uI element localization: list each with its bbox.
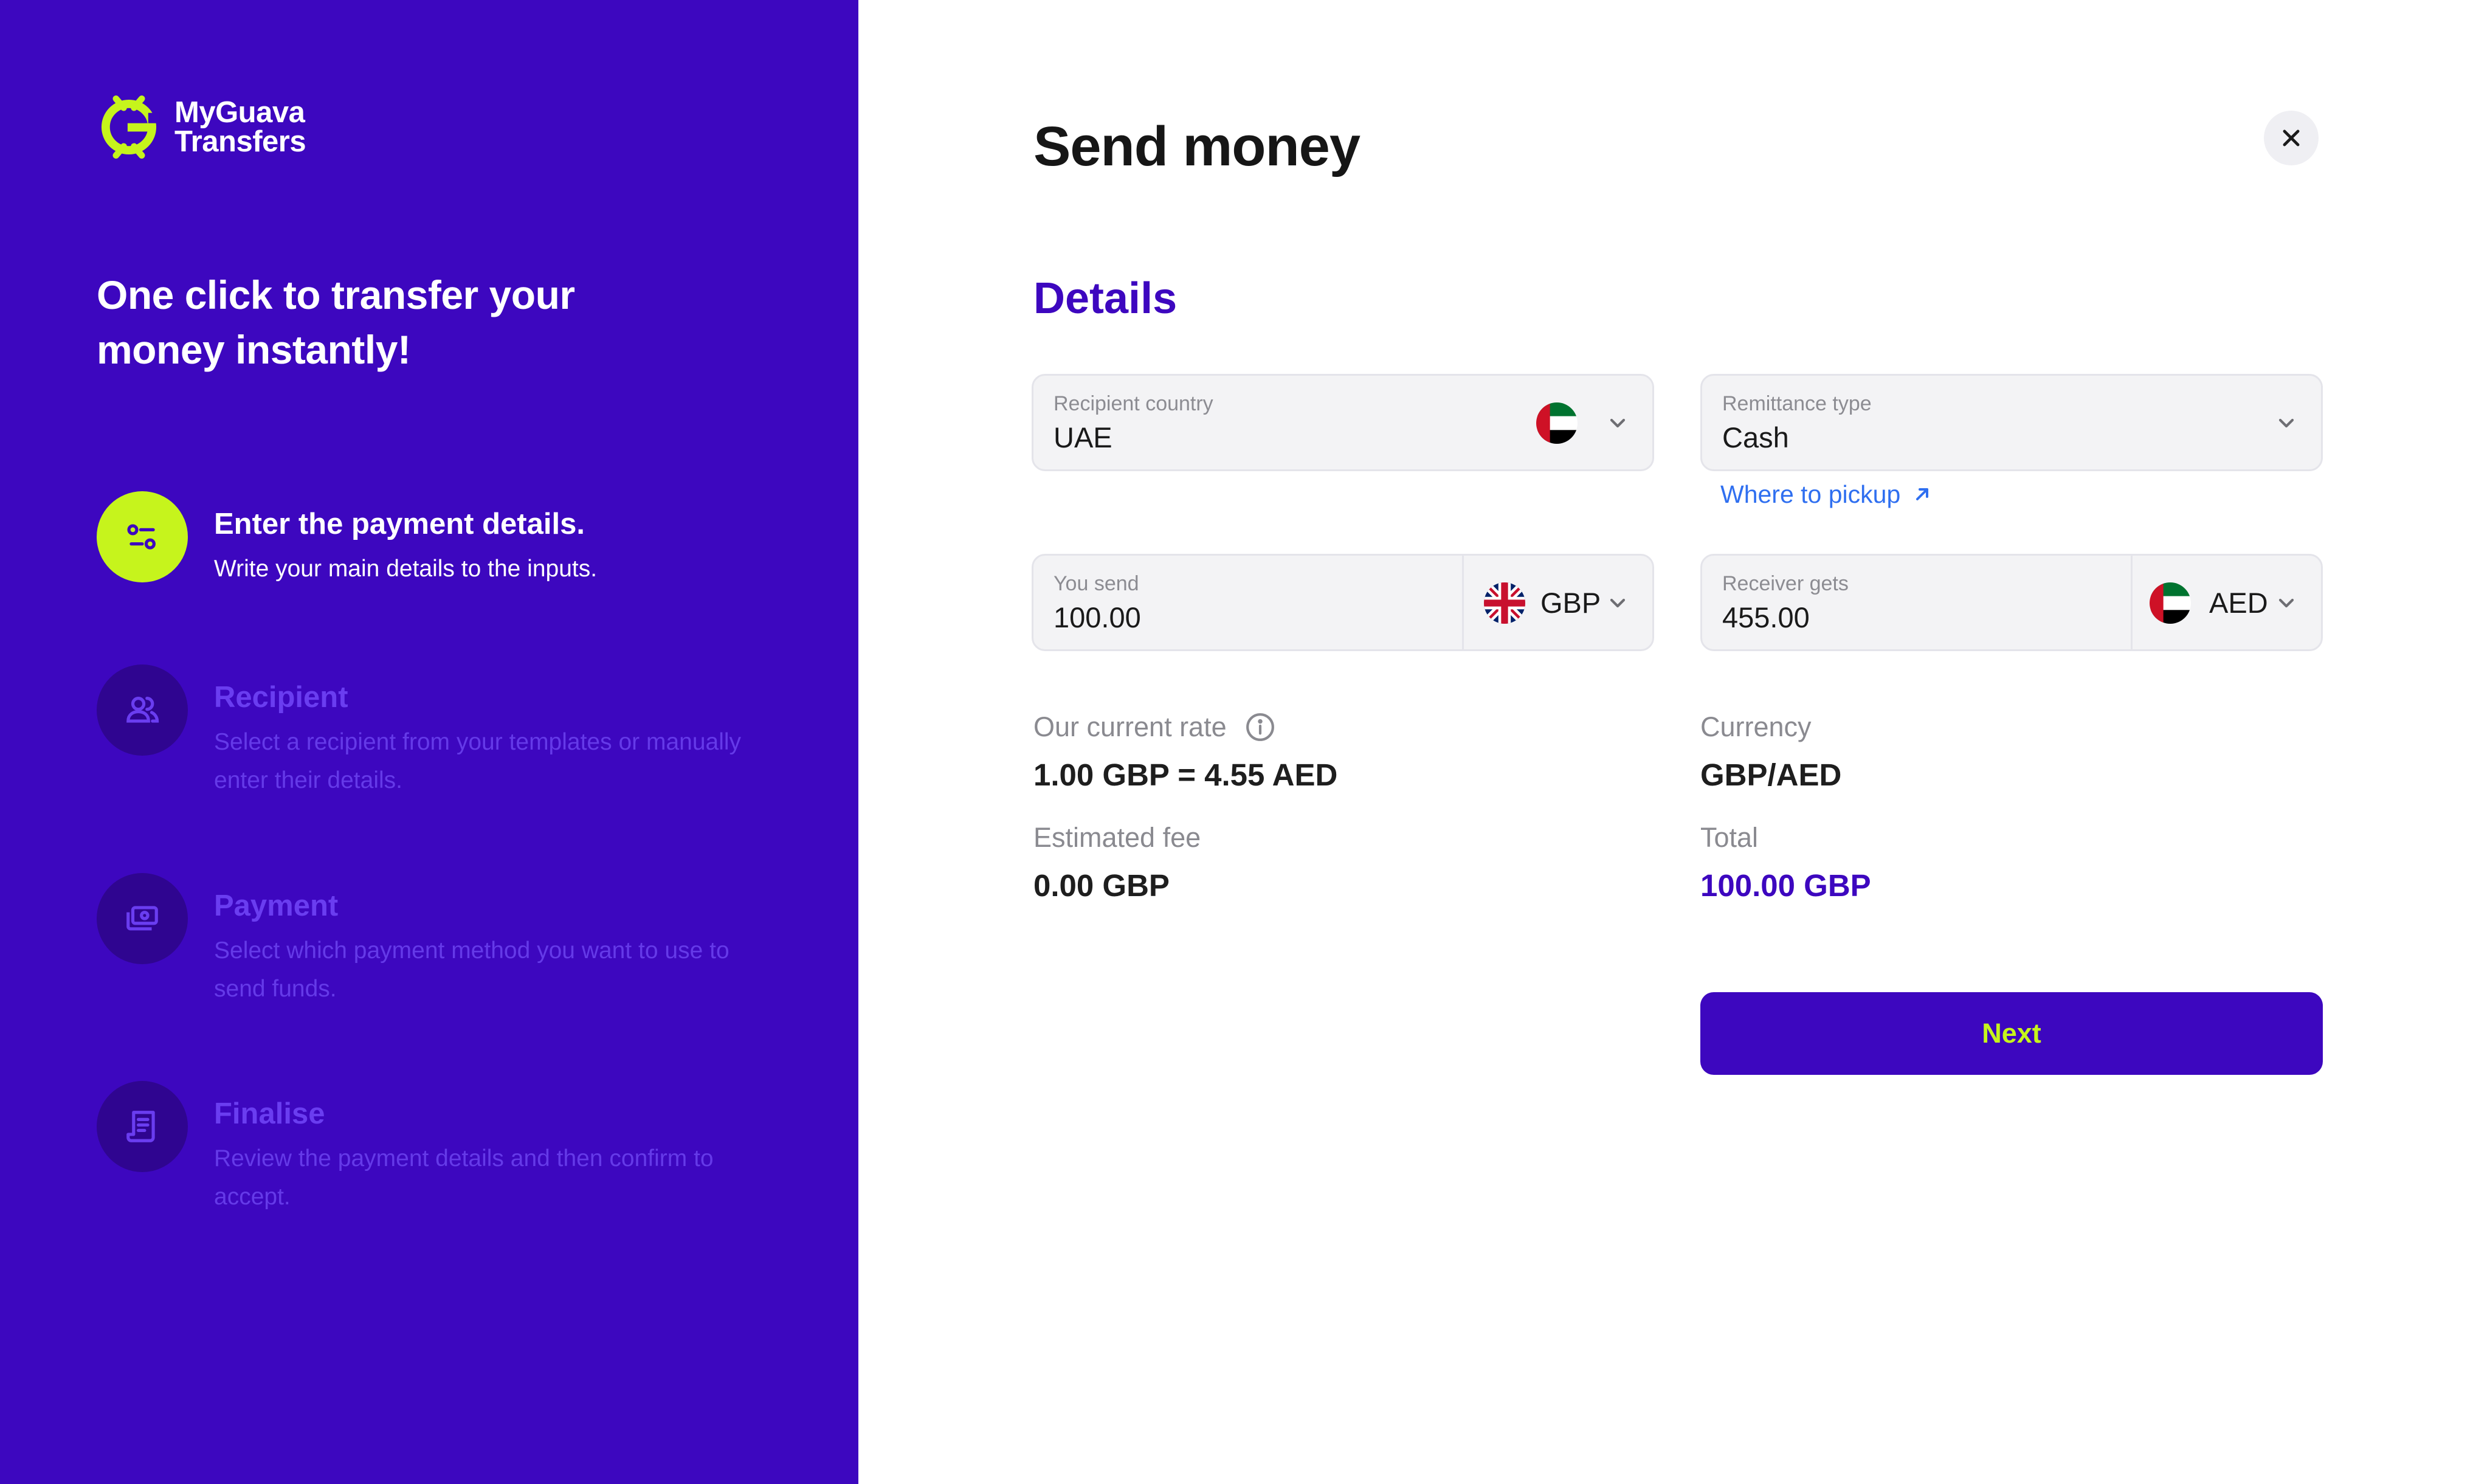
onboarding-sidebar: MyGuava Transfers One click to transfer … (0, 0, 858, 1484)
users-icon (126, 697, 159, 723)
rate-label-text: Our current rate (1033, 711, 1227, 742)
step-description: Review the payment details and then conf… (214, 1145, 714, 1210)
step-payment-details: Enter the payment details. Write your ma… (97, 491, 785, 588)
uae-flag-icon (2150, 582, 2191, 624)
link-label: Where to pickup (1720, 480, 1901, 508)
rate-label: Our current rate (1033, 710, 1275, 744)
field-value: Cash (1722, 421, 1789, 454)
remittance-type-select[interactable]: Remittance type Cash (1700, 374, 2323, 471)
brand-name-line1: MyGuava (174, 96, 305, 129)
receiver-gets-amount-input[interactable]: 455.00 (1722, 599, 1810, 636)
step-icon-circle (97, 664, 188, 756)
chevron-down-icon (2278, 598, 2294, 608)
you-send-amount-input[interactable]: 100.00 (1054, 599, 1141, 636)
step-icon-circle (97, 873, 188, 964)
currency-code: GBP (1540, 587, 1601, 619)
step-description: Select which payment method you want to … (214, 937, 729, 1002)
chevron-down-icon (2278, 418, 2294, 428)
currency-value: GBP/AED (1700, 758, 1842, 792)
rate-value: 1.00 GBP = 4.55 AED (1033, 758, 1338, 792)
fee-label: Estimated fee (1033, 822, 1201, 853)
where-to-pickup-link[interactable]: Where to pickup (1720, 477, 1932, 511)
receipt-icon (126, 1111, 155, 1142)
arrow-up-right-icon (1916, 488, 1929, 500)
guava-logo-icon (101, 95, 160, 159)
receive-currency-select[interactable]: AED (2133, 556, 2321, 649)
total-label: Total (1700, 822, 1759, 853)
field-label: Receiver gets (1722, 572, 1849, 595)
currency-code: AED (2209, 587, 2268, 619)
step-title: Finalise (214, 1097, 325, 1130)
field-label: Recipient country (1054, 392, 1213, 415)
close-icon (2283, 129, 2300, 147)
chevron-down-icon (1610, 598, 1626, 608)
step-icon-circle (97, 491, 188, 582)
step-icon-circle (97, 1081, 188, 1172)
step-recipient: Recipient Select a recipient from your t… (97, 664, 785, 799)
currency-label: Currency (1700, 711, 1812, 742)
recipient-country-select[interactable]: Recipient country UAE (1032, 374, 1654, 471)
total-value: 100.00 GBP (1700, 868, 1871, 903)
field-label: You send (1054, 572, 1139, 595)
fee-value: 0.00 GBP (1033, 868, 1170, 903)
step-payment: Payment Select which payment method you … (97, 873, 785, 1008)
money-icon (126, 906, 158, 931)
step-description: Write your main details to the inputs. (214, 556, 598, 582)
field-label: Remittance type (1722, 392, 1872, 415)
field-value: UAE (1054, 421, 1112, 454)
tagline: One click to transfer your money instant… (97, 272, 575, 372)
chevron-down-icon (1610, 418, 1626, 428)
close-button[interactable] (2264, 111, 2319, 165)
sliders-icon (127, 524, 156, 550)
step-title: Recipient (214, 681, 348, 714)
page-title: Send money (1033, 116, 1361, 178)
info-icon[interactable] (1245, 712, 1275, 742)
step-title: Payment (214, 889, 339, 922)
step-finalise: Finalise Review the payment details and … (97, 1081, 785, 1216)
section-title-details: Details (1033, 274, 1178, 323)
uk-flag-icon (1484, 582, 1525, 624)
brand-logo: MyGuava Transfers (97, 95, 306, 159)
next-button[interactable]: Next (1700, 992, 2323, 1075)
receiver-gets-field: Receiver gets 455.00 AED (1700, 554, 2323, 651)
step-title: Enter the payment details. (214, 508, 585, 540)
you-send-field: You send 100.00 GBP (1032, 554, 1654, 651)
send-currency-select[interactable]: GBP (1464, 556, 1652, 649)
step-description: Select a recipient from your templates o… (214, 729, 742, 793)
brand-name-line2: Transfers (174, 125, 306, 158)
uae-flag-icon (1536, 402, 1578, 444)
